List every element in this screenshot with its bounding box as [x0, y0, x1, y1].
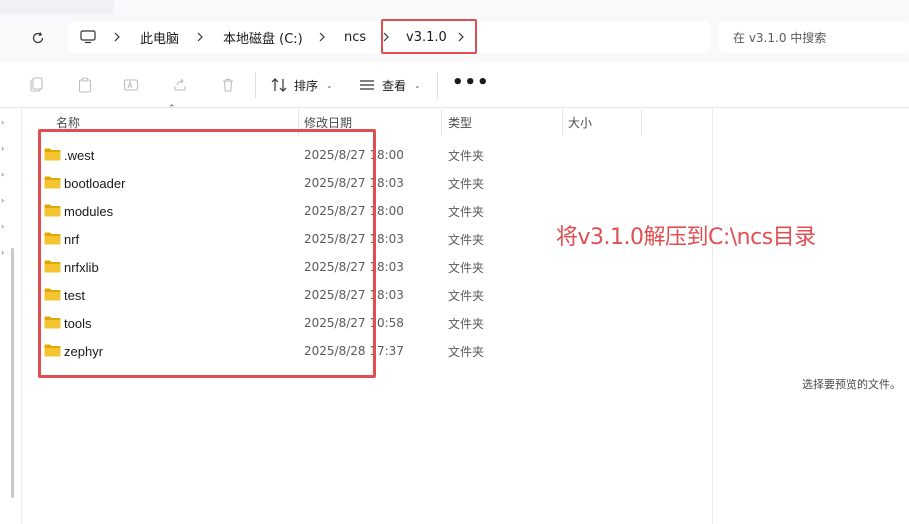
breadcrumb-item-this-pc[interactable]: 此电脑	[140, 21, 179, 53]
search-input[interactable]: 在 v3.1.0 中搜索	[719, 21, 909, 53]
annotation-text: 将v3.1.0解压到C:\ncs目录	[556, 225, 816, 250]
view-label: 查看	[382, 78, 407, 93]
nav-expander-icon[interactable]: ›	[1, 196, 4, 205]
nav-expander-icon[interactable]: ›	[1, 248, 4, 257]
sort-icon	[271, 78, 287, 92]
tab-strip	[0, 0, 909, 14]
chevron-right-icon[interactable]	[318, 21, 326, 53]
nav-expander-icon[interactable]: ›	[1, 222, 4, 231]
view-icon	[360, 80, 374, 90]
nav-expander-icon[interactable]: ›	[1, 144, 4, 153]
file-type: 文件夹	[448, 260, 485, 275]
file-type: 文件夹	[448, 288, 485, 303]
refresh-button[interactable]	[26, 26, 50, 50]
column-divider[interactable]	[641, 110, 642, 136]
file-type: 文件夹	[448, 316, 485, 331]
column-header-type[interactable]: 类型	[448, 108, 472, 136]
file-type: 文件夹	[448, 148, 485, 163]
chevron-right-icon[interactable]	[113, 21, 121, 53]
rename-icon[interactable]	[121, 75, 141, 95]
refresh-icon	[32, 32, 44, 44]
this-pc-icon[interactable]	[80, 21, 96, 53]
preview-empty-text: 选择要预览的文件。	[802, 378, 901, 391]
toolbar: 排序 ⌄ 查看 ⌄ •••	[0, 62, 909, 108]
file-list-highlight-box	[38, 129, 376, 378]
active-tab[interactable]	[114, 0, 909, 14]
share-icon[interactable]	[170, 75, 190, 95]
breadcrumb-highlight-box	[381, 19, 477, 54]
file-type: 文件夹	[448, 232, 485, 247]
column-divider[interactable]	[441, 110, 442, 136]
column-divider[interactable]	[562, 110, 563, 136]
file-type: 文件夹	[448, 176, 485, 191]
delete-icon[interactable]	[218, 75, 238, 95]
more-options-button[interactable]: •••	[452, 72, 490, 93]
file-type: 文件夹	[448, 344, 485, 359]
sort-button[interactable]: 排序 ⌄	[270, 73, 333, 97]
chevron-down-icon: ⌄	[414, 80, 421, 90]
preview-pane-divider[interactable]	[712, 108, 713, 524]
nav-expander-icon[interactable]: ›	[1, 118, 4, 127]
chevron-down-icon: ⌄	[326, 80, 333, 90]
navigation-scrollbar[interactable]	[11, 248, 14, 498]
nav-expander-icon[interactable]: ›	[1, 170, 4, 179]
sort-ascending-icon: ⌃	[168, 104, 176, 114]
breadcrumb-item-ncs[interactable]: ncs	[344, 21, 366, 53]
cut-icon[interactable]	[26, 75, 46, 95]
column-header-size[interactable]: 大小	[568, 108, 592, 136]
breadcrumb-item-c-drive[interactable]: 本地磁盘 (C:)	[223, 21, 303, 53]
chevron-right-icon[interactable]	[196, 21, 204, 53]
toolbar-divider	[437, 72, 438, 98]
toolbar-divider	[255, 72, 256, 98]
view-button[interactable]: 查看 ⌄	[358, 73, 421, 97]
file-type: 文件夹	[448, 204, 485, 219]
paste-icon[interactable]	[75, 75, 95, 95]
sort-label: 排序	[294, 78, 319, 93]
